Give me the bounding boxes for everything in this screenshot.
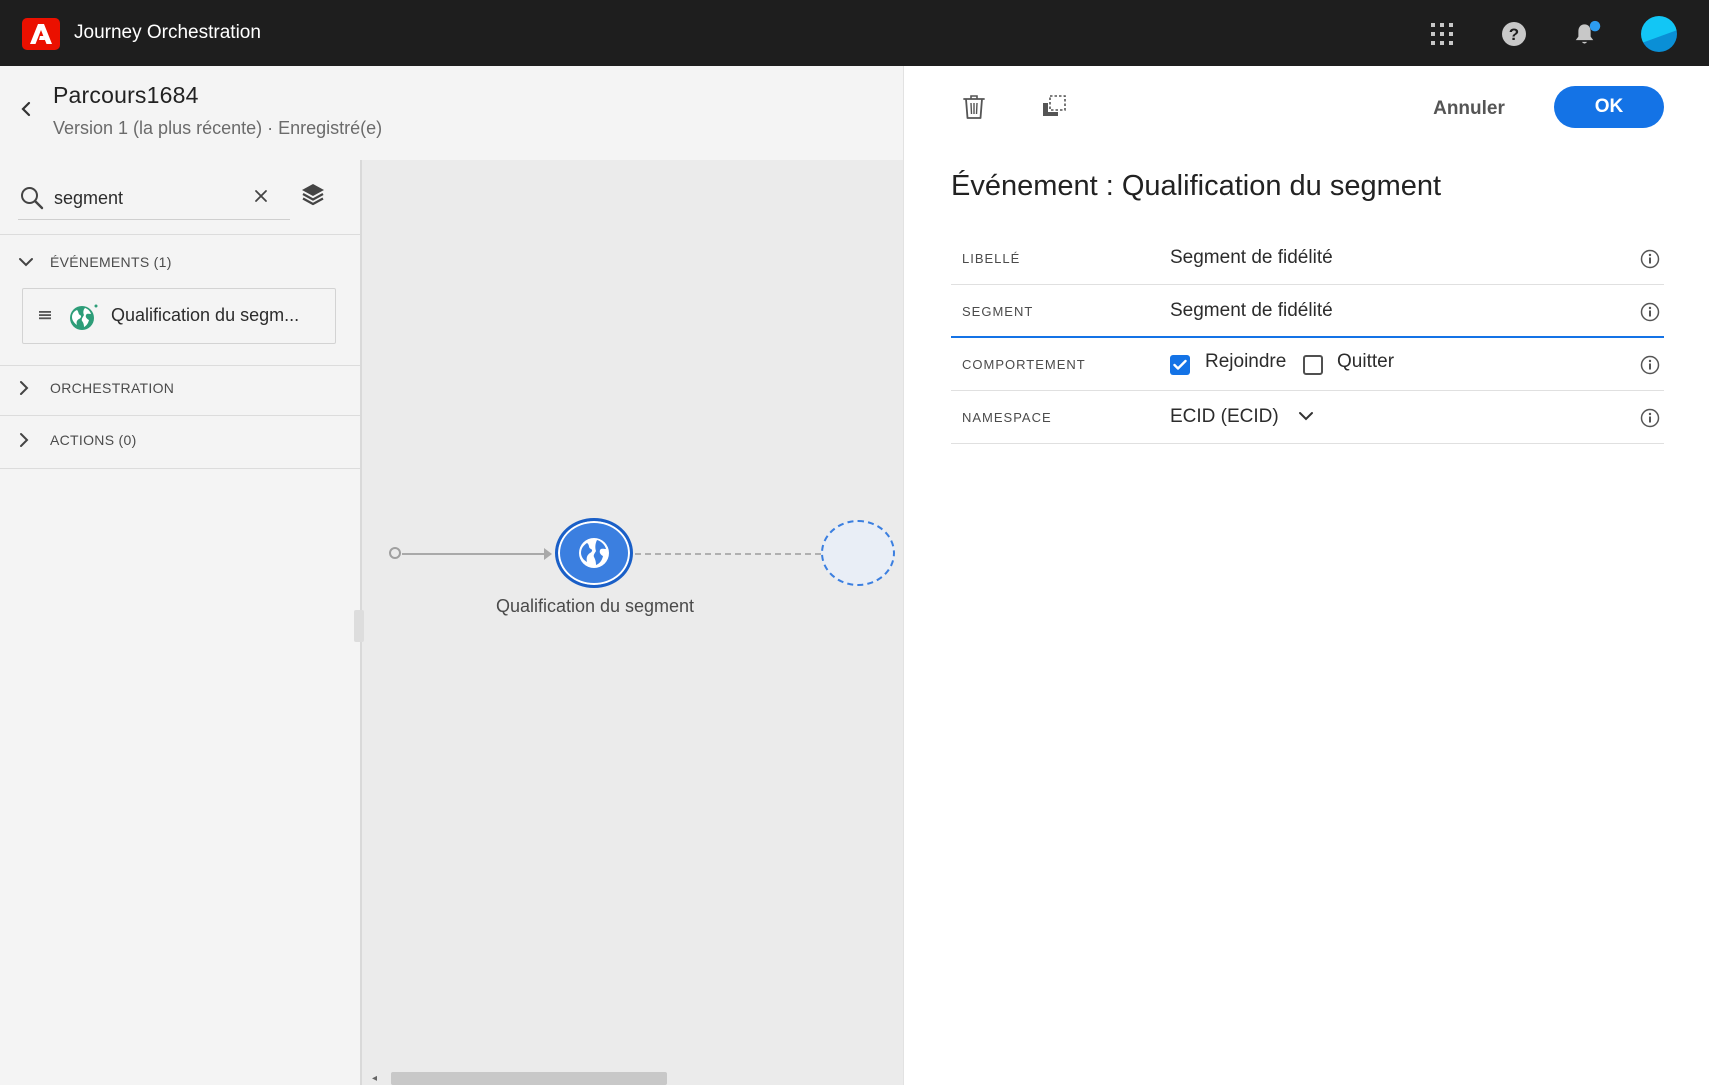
orchestration-section: ORCHESTRATION [0,366,360,416]
scroll-left-arrow-icon[interactable]: ◂ [372,1073,377,1084]
actions-section-header[interactable]: ACTIONS (0) [18,432,137,448]
properties-panel: Annuler OK Événement : Qualification du … [903,66,1709,1085]
events-section-label: ÉVÉNEMENTS (1) [50,254,172,270]
chevron-right-icon [18,380,34,396]
empty-drop-target[interactable] [821,520,895,586]
property-key: NAMESPACE [962,410,1052,425]
app-title[interactable]: Journey Orchestration [74,22,261,44]
flow-start-point [389,547,401,559]
search-box [18,178,290,220]
actions-section: ACTIONS (0) [0,416,360,469]
property-key: LIBELLÉ [962,251,1021,266]
globe-icon [579,538,609,568]
flow-arrow-icon [544,548,552,560]
info-icon[interactable] [1640,302,1660,327]
property-row-libelle: LIBELLÉ Segment de fidélité [951,232,1664,285]
panel-resize-handle[interactable] [354,610,364,642]
scrollbar-thumb[interactable] [391,1072,667,1085]
back-chevron-icon[interactable] [18,101,34,122]
event-item-label: Qualification du segm... [111,305,300,325]
user-avatar[interactable] [1641,16,1677,52]
journey-header: Parcours1684 Version 1 (la plus récente)… [0,66,903,160]
panel-title: Événement : Qualification du segment [951,170,1442,202]
property-row-segment: SEGMENT Segment de fidélité [951,285,1664,338]
app-grid-icon[interactable] [1428,20,1456,48]
search-icon [20,186,44,215]
quitter-label[interactable]: Quitter [1337,351,1394,373]
libelle-field[interactable]: Segment de fidélité [1170,247,1333,269]
journey-canvas[interactable] [362,160,903,1085]
cancel-button[interactable]: Annuler [1414,90,1524,128]
horizontal-scrollbar[interactable]: ◂ [362,1070,903,1085]
flow-dashed-connector [635,553,821,555]
quitter-checkbox[interactable] [1303,355,1323,375]
adobe-logo-icon[interactable] [22,18,60,50]
actions-section-label: ACTIONS (0) [50,432,137,448]
segment-qualification-node[interactable] [555,518,633,588]
palette-panel: ÉVÉNEMENTS (1) Qualification du segm... … [0,160,362,1085]
bell-icon[interactable] [1574,20,1602,48]
namespace-dropdown[interactable]: ECID (ECID) [1170,406,1314,428]
rejoindre-label[interactable]: Rejoindre [1205,351,1286,373]
chevron-right-icon [18,432,34,448]
event-item-segment-qualification[interactable]: Qualification du segm... [22,288,336,344]
search-input[interactable] [54,184,244,212]
top-bar: Journey Orchestration ? [0,0,1709,66]
properties-table: LIBELLÉ Segment de fidélité SEGMENT Segm… [951,232,1664,444]
namespace-value: ECID (ECID) [1170,406,1279,428]
ok-button[interactable]: OK [1554,86,1664,128]
orchestration-section-header[interactable]: ORCHESTRATION [18,380,174,396]
chevron-down-icon [18,256,34,268]
property-key: COMPORTEMENT [962,357,1086,372]
node-label: Qualification du segment [495,596,695,616]
drag-handle-icon[interactable] [39,307,51,325]
svg-text:?: ? [1509,25,1519,44]
trash-icon[interactable] [962,94,986,125]
duplicate-icon[interactable] [1041,94,1067,123]
journey-name: Parcours1684 [53,82,199,108]
flow-connector [402,553,550,555]
rejoindre-checkbox[interactable] [1170,355,1190,375]
layers-icon[interactable] [300,182,326,211]
clear-search-icon[interactable] [254,186,268,209]
property-row-namespace: NAMESPACE ECID (ECID) [951,391,1664,444]
info-icon[interactable] [1640,355,1660,380]
events-section-header[interactable]: ÉVÉNEMENTS (1) [18,254,172,270]
orchestration-section-label: ORCHESTRATION [50,380,175,396]
property-key: SEGMENT [962,304,1034,319]
globe-icon [69,303,99,336]
chevron-down-icon [1298,406,1314,428]
segment-field[interactable]: Segment de fidélité [1170,300,1333,322]
property-row-comportement: COMPORTEMENT Rejoindre Quitter [951,338,1664,391]
info-icon[interactable] [1640,408,1660,433]
help-icon[interactable]: ? [1500,20,1528,48]
info-icon[interactable] [1640,249,1660,274]
journey-version-status: Version 1 (la plus récente) · Enregistré… [53,118,383,138]
